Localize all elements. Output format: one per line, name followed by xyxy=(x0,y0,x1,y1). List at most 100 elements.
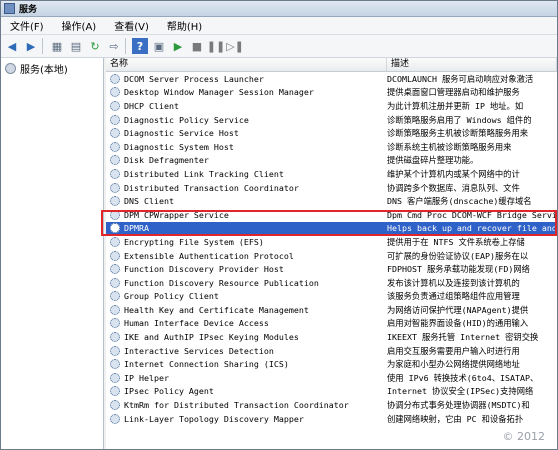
service-description: 协调分布式事务处理协调器(MSDTC)和 xyxy=(387,400,530,411)
service-name: DCOM Server Process Launcher xyxy=(124,73,264,84)
table-row[interactable]: DPMRA Helps back up and recover file and xyxy=(106,221,557,236)
menu-action[interactable]: 操作(A) xyxy=(53,18,106,33)
service-name: Disk Defragmenter xyxy=(124,155,209,166)
service-description: 启用交互服务需要用户输入时进行用 xyxy=(387,345,520,356)
table-row[interactable]: DNS Client DNS 客户端服务(dnscache)缓存域名 xyxy=(106,194,557,208)
start-icon[interactable]: ▶ xyxy=(170,38,186,54)
tree-item-services-local[interactable]: 服务(本地) xyxy=(5,61,103,76)
services-list: 名称 描述 DCOM Server Process Launcher DCOMLA… xyxy=(106,58,557,449)
service-name-cell: DCOM Server Process Launcher xyxy=(106,73,387,84)
table-row[interactable]: IPsec Policy Agent Internet 协议安全(IPSec)支持… xyxy=(106,385,557,399)
watermark: © 2012 xyxy=(502,430,546,443)
service-gear-icon xyxy=(110,182,120,193)
service-name: Health Key and Certificate Management xyxy=(124,304,309,315)
table-row[interactable]: DHCP Client 为此计算机注册并更新 IP 地址。如 xyxy=(106,99,557,113)
tree-item-label: 服务(本地) xyxy=(20,65,68,76)
table-row[interactable]: Distributed Link Tracking Client 维护某个计算机内… xyxy=(106,167,557,181)
service-name: IP Helper xyxy=(124,372,169,383)
service-name-cell: KtmRm for Distributed Transaction Coordi… xyxy=(106,400,387,411)
service-gear-icon xyxy=(110,277,120,288)
help-icon[interactable]: ? xyxy=(132,38,148,54)
service-name: IKE and AuthIP IPsec Keying Modules xyxy=(124,332,299,343)
service-name-cell: Link-Layer Topology Discovery Mapper xyxy=(106,413,387,424)
service-name-cell: DNS Client xyxy=(106,196,387,207)
table-row[interactable]: Function Discovery Provider Host FDPHOST … xyxy=(106,262,557,276)
toolbar: ◀ ▶ ▦ ▤ ↻ ⇨ ? ▣ ▶ ■ ❚❚ ▷❚ xyxy=(1,35,557,58)
table-row[interactable]: Human Interface Device Access 启用对智能界面设备(H… xyxy=(106,317,557,331)
service-description: 诊断系统主机被诊断策略服务用来 xyxy=(387,141,512,152)
service-description: IKEEXT 服务托管 Internet 密钥交换 xyxy=(387,332,539,343)
service-description: Dpm Cmd Proc DCOM-WCF Bridge Service xyxy=(387,209,557,220)
column-header-name[interactable]: 名称 xyxy=(106,58,387,71)
service-gear-icon xyxy=(110,236,120,247)
service-name: DPM CPWrapper Service xyxy=(124,209,229,220)
back-icon[interactable]: ◀ xyxy=(4,38,20,54)
window-title: 服务 xyxy=(19,5,38,15)
table-row[interactable]: Diagnostic Policy Service 诊断策略服务启用了 Windo… xyxy=(106,113,557,127)
service-name-cell: Extensible Authentication Protocol xyxy=(106,250,387,261)
service-name-cell: IPsec Policy Agent xyxy=(106,386,387,397)
service-description: 提供桌面窗口管理器启动和维护服务 xyxy=(387,87,520,98)
table-row[interactable]: Health Key and Certificate Management 为网络… xyxy=(106,303,557,317)
service-gear-icon xyxy=(110,209,120,220)
menu-help[interactable]: 帮助(H) xyxy=(158,18,211,33)
service-name-cell: Distributed Link Tracking Client xyxy=(106,168,387,179)
service-name: Extensible Authentication Protocol xyxy=(124,250,294,261)
service-name: Function Discovery Resource Publication xyxy=(124,277,319,288)
service-name: Group Policy Client xyxy=(124,291,219,302)
table-row[interactable]: Desktop Window Manager Session Manager 提供… xyxy=(106,86,557,100)
service-description: Internet 协议安全(IPSec)支持网络 xyxy=(387,386,534,397)
table-row[interactable]: Interactive Services Detection 启用交互服务需要用户… xyxy=(106,344,557,358)
forward-icon[interactable]: ▶ xyxy=(23,38,39,54)
pause-icon[interactable]: ❚❚ xyxy=(207,38,225,54)
service-name-cell: IKE and AuthIP IPsec Keying Modules xyxy=(106,332,387,343)
service-gear-icon xyxy=(110,359,120,370)
menu-file[interactable]: 文件(F) xyxy=(1,18,53,33)
table-row[interactable]: Group Policy Client 该服务负责通过组策略组件应用管理 xyxy=(106,290,557,304)
service-name-cell: Health Key and Certificate Management xyxy=(106,304,387,315)
service-gear-icon xyxy=(110,87,120,98)
service-name: Internet Connection Sharing (ICS) xyxy=(124,359,289,370)
table-row[interactable]: Distributed Transaction Coordinator 协调跨多个… xyxy=(106,181,557,195)
services-node-icon xyxy=(5,63,16,74)
service-name: Diagnostic Service Host xyxy=(124,128,239,139)
service-name: Encrypting File System (EFS) xyxy=(124,236,264,247)
refresh-icon[interactable]: ↻ xyxy=(87,38,103,54)
service-description: 提供磁盘碎片整理功能。 xyxy=(387,155,479,166)
table-row[interactable]: KtmRm for Distributed Transaction Coordi… xyxy=(106,398,557,412)
service-name-cell: Function Discovery Provider Host xyxy=(106,264,387,275)
table-row[interactable]: DPM CPWrapper Service Dpm Cmd Proc DCOM-W… xyxy=(106,208,557,222)
column-header-description[interactable]: 描述 xyxy=(387,58,557,71)
table-row[interactable]: Internet Connection Sharing (ICS) 为家庭和小型办… xyxy=(106,357,557,371)
table-row[interactable]: Function Discovery Resource Publication 发… xyxy=(106,276,557,290)
table-row[interactable]: Diagnostic Service Host 诊断策略服务主机被诊断策略服务用来 xyxy=(106,126,557,140)
service-name: Desktop Window Manager Session Manager xyxy=(124,87,314,98)
table-row[interactable]: IKE and AuthIP IPsec Keying Modules IKEEX… xyxy=(106,330,557,344)
table-row[interactable]: Extensible Authentication Protocol 可扩展的身份… xyxy=(106,249,557,263)
table-row[interactable]: Link-Layer Topology Discovery Mapper 创建网络… xyxy=(106,412,557,426)
properties-icon[interactable]: ▣ xyxy=(151,38,167,54)
list-view-icon[interactable]: ▤ xyxy=(68,38,84,54)
service-gear-icon xyxy=(110,168,120,179)
service-name-cell: IP Helper xyxy=(106,372,387,383)
service-name-cell: Group Policy Client xyxy=(106,291,387,302)
service-name: DHCP Client xyxy=(124,100,179,111)
service-description: 诊断策略服务启用了 Windows 组件的 xyxy=(387,114,532,125)
menu-view[interactable]: 查看(V) xyxy=(105,18,158,33)
service-gear-icon xyxy=(110,114,120,125)
export-icon[interactable]: ⇨ xyxy=(106,38,122,54)
table-row[interactable]: Encrypting File System (EFS) 提供用于在 NTFS 文… xyxy=(106,235,557,249)
service-gear-icon xyxy=(110,155,120,166)
show-hide-tree-icon[interactable]: ▦ xyxy=(49,38,65,54)
service-gear-icon xyxy=(110,386,120,397)
table-row[interactable]: Diagnostic System Host 诊断系统主机被诊断策略服务用来 xyxy=(106,140,557,154)
restart-icon[interactable]: ▷❚ xyxy=(226,38,244,54)
service-gear-icon xyxy=(110,345,120,356)
table-row[interactable]: IP Helper 使用 IPv6 转换技术(6to4、ISATAP、 xyxy=(106,371,557,385)
table-row[interactable]: DCOM Server Process Launcher DCOMLAUNCH 服… xyxy=(106,72,557,86)
stop-icon[interactable]: ■ xyxy=(189,38,205,54)
service-name-cell: Function Discovery Resource Publication xyxy=(106,277,387,288)
table-row[interactable]: Disk Defragmenter 提供磁盘碎片整理功能。 xyxy=(106,154,557,168)
service-gear-icon xyxy=(110,73,120,84)
service-name-cell: Internet Connection Sharing (ICS) xyxy=(106,359,387,370)
